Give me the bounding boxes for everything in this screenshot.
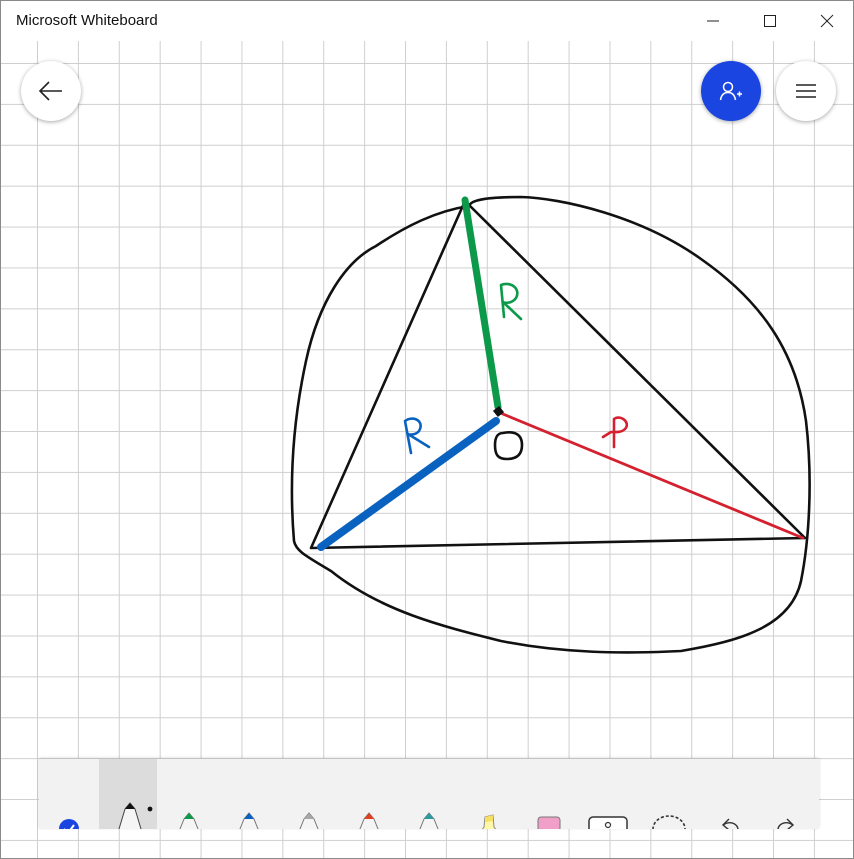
red-radius [496, 410, 805, 540]
close-button[interactable] [798, 1, 853, 41]
minimize-button[interactable] [684, 1, 741, 41]
back-arrow-icon [38, 81, 62, 101]
window-title: Microsoft Whiteboard [16, 12, 158, 29]
checkmark-circle-icon [59, 819, 79, 829]
close-icon [820, 14, 833, 28]
black-pen-tool[interactable] [99, 759, 157, 829]
title-bar: Microsoft Whiteboard [1, 1, 853, 41]
undo-button[interactable] [699, 759, 757, 829]
maximize-button[interactable] [741, 1, 798, 41]
ink-drawing [290, 195, 811, 654]
center-o-label [493, 431, 524, 461]
green-pen-tool[interactable] [159, 759, 217, 829]
ruler-tool[interactable] [579, 759, 637, 829]
lasso-tool[interactable] [639, 759, 697, 829]
whiteboard-window: Microsoft Whiteboard [0, 0, 854, 859]
rainbow-pen-tool[interactable] [339, 759, 397, 829]
invite-button[interactable] [701, 61, 761, 121]
eraser-icon [537, 816, 561, 829]
highlighter-tool[interactable] [459, 759, 517, 829]
add-person-icon [719, 81, 742, 101]
hamburger-icon [796, 84, 816, 98]
eraser-tool[interactable] [519, 759, 577, 829]
galaxy-pen-tool[interactable] [399, 759, 457, 829]
gray-pen-tool[interactable] [279, 759, 337, 829]
green-radius [461, 196, 502, 411]
circumcircle-stroke [290, 195, 811, 654]
blue-r-label [403, 417, 431, 455]
redo-icon [777, 818, 795, 829]
undo-icon [721, 818, 739, 829]
rainbow-pen-icon [359, 812, 379, 829]
gray-pen-icon [299, 812, 319, 829]
green-r-label [499, 282, 523, 321]
ruler-icon [588, 816, 628, 829]
ink-toggle-button[interactable] [39, 759, 97, 829]
galaxy-pen-icon [419, 812, 439, 829]
blue-pen-tool[interactable] [219, 759, 277, 829]
back-button[interactable] [21, 61, 81, 121]
red-r-label [601, 416, 629, 449]
redo-button[interactable] [759, 759, 817, 829]
green-pen-icon [179, 812, 199, 829]
black-pen-icon [118, 802, 153, 829]
lasso-icon [652, 815, 686, 829]
ink-toolbar [39, 759, 819, 829]
highlighter-icon [481, 814, 497, 829]
maximize-icon [763, 15, 776, 27]
blue-pen-icon [239, 812, 259, 829]
minimize-icon [706, 20, 719, 22]
whiteboard-canvas[interactable] [1, 41, 853, 858]
menu-button[interactable] [776, 61, 836, 121]
